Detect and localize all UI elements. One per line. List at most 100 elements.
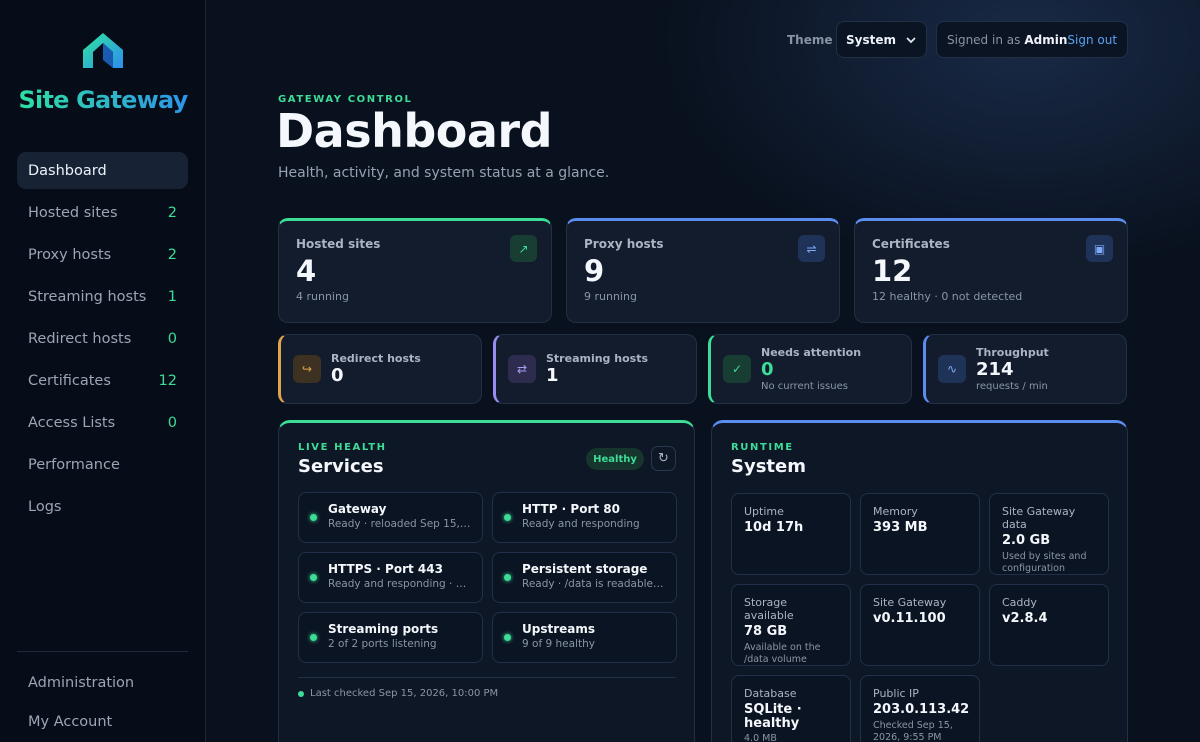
- sidebar-item-count: 1: [167, 288, 177, 305]
- sidebar-item-administration[interactable]: Administration: [17, 666, 188, 700]
- theme-label: Theme: [787, 33, 833, 47]
- panel-title: System: [731, 456, 806, 477]
- tile-value: 10d 17h: [744, 520, 804, 535]
- stat-value: 12: [872, 254, 913, 288]
- refresh-icon: ↻: [658, 451, 669, 466]
- swap-icon: ⇌: [798, 235, 825, 262]
- theme-select-value: System: [846, 32, 896, 47]
- sidebar-item-label: Logs: [28, 498, 62, 515]
- sidebar-item-my-account[interactable]: My Account: [17, 705, 188, 739]
- page-subtitle: Health, activity, and system status at a…: [278, 165, 610, 181]
- status-badge: Healthy: [586, 448, 644, 470]
- refresh-button[interactable]: ↻: [651, 446, 676, 471]
- sidebar-item-certificates[interactable]: Certificates 12: [17, 362, 188, 399]
- tile-uptime: Uptime 10d 17h: [731, 493, 851, 575]
- sidebar-item-label: Hosted sites: [28, 204, 118, 221]
- stat-subtext: 4 running: [296, 290, 349, 303]
- tile-public-ip: Public IP 203.0.113.42 Checked Sep 15, 2…: [860, 675, 980, 742]
- tile-label: Site Gateway: [873, 596, 947, 609]
- tile-detail: Checked Sep 15, 2026, 9:55 PM: [873, 719, 953, 742]
- sidebar-item-streaming-hosts[interactable]: Streaming hosts 1: [17, 278, 188, 315]
- sidebar-item-label: Proxy hosts: [28, 246, 112, 263]
- sidebar-item-redirect-hosts[interactable]: Redirect hosts 0: [17, 320, 188, 357]
- redirect-icon: ↪: [293, 355, 321, 383]
- sidebar: Site Gateway Dashboard Hosted sites 2 Pr…: [0, 0, 206, 742]
- tile-caddy-version: Caddy v2.8.4: [989, 584, 1109, 666]
- signed-in-user: Admin: [1024, 32, 1068, 47]
- status-dot-icon: [310, 574, 317, 581]
- last-checked-text: Last checked Sep 15, 2026, 10:00 PM: [310, 688, 499, 699]
- stat-value: 9: [584, 254, 605, 288]
- service-status: Ready · reloaded Sep 15, 2026, 9:58 PM: [328, 518, 472, 530]
- stat-value: 4: [296, 254, 317, 288]
- mini-card-throughput[interactable]: ∿ Throughput 214 requests / min: [923, 334, 1127, 404]
- pulse-icon: ∿: [938, 355, 966, 383]
- mini-label: Streaming hosts: [546, 352, 648, 365]
- service-card-storage[interactable]: Persistent storage Ready · /data is read…: [492, 552, 677, 603]
- sidebar-item-dashboard[interactable]: Dashboard: [17, 152, 188, 189]
- sidebar-item-hosted-sites[interactable]: Hosted sites 2: [17, 194, 188, 231]
- sidebar-item-label: Access Lists: [28, 414, 116, 431]
- sign-out-link[interactable]: Sign out: [1067, 33, 1117, 47]
- sidebar-item-count: 2: [167, 204, 177, 221]
- service-name: HTTPS · Port 443: [328, 562, 443, 576]
- tile-value: v0.11.100: [873, 611, 946, 626]
- theme-select[interactable]: System: [836, 21, 927, 58]
- service-card-gateway[interactable]: Gateway Ready · reloaded Sep 15, 2026, 9…: [298, 492, 483, 543]
- mini-label: Redirect hosts: [331, 352, 421, 365]
- panel-divider: [298, 677, 676, 678]
- stat-card-proxy-hosts[interactable]: Proxy hosts 9 9 running ⇌: [566, 218, 840, 323]
- session-box: Signed in as Admin Sign out: [936, 21, 1128, 58]
- stat-card-certificates[interactable]: Certificates 12 12 healthy · 0 not detec…: [854, 218, 1128, 323]
- tile-value: 78 GB: [744, 624, 788, 639]
- mini-card-redirect-hosts[interactable]: ↪ Redirect hosts 0: [278, 334, 482, 404]
- tile-detail: Used by sites and configuration: [1002, 550, 1087, 574]
- service-status: Ready and responding · 12 certificates: [328, 578, 472, 590]
- mini-subtext: No current issues: [761, 381, 848, 392]
- sidebar-item-performance[interactable]: Performance: [17, 446, 188, 483]
- trend-up-icon: ↗: [510, 235, 537, 262]
- system-panel: RUNTIME System Uptime 10d 17h Memory 393…: [711, 420, 1128, 742]
- service-card-http[interactable]: HTTP · Port 80 Ready and responding: [492, 492, 677, 543]
- sidebar-item-proxy-hosts[interactable]: Proxy hosts 2: [17, 236, 188, 273]
- panel-eyebrow: RUNTIME: [731, 442, 794, 453]
- certificate-icon: ▣: [1086, 235, 1113, 262]
- service-status: Ready · /data is readable and writable: [522, 578, 666, 590]
- tile-memory: Memory 393 MB: [860, 493, 980, 575]
- service-name: Persistent storage: [522, 562, 648, 576]
- service-card-streaming-ports[interactable]: Streaming ports 2 of 2 ports listening: [298, 612, 483, 663]
- status-dot-icon: [298, 690, 304, 697]
- page-title: Dashboard: [276, 104, 553, 158]
- service-name: Gateway: [328, 502, 387, 516]
- service-status: Ready and responding: [522, 518, 640, 530]
- stat-card-hosted-sites[interactable]: Hosted sites 4 4 running ↗: [278, 218, 552, 323]
- tile-database: Database SQLite · healthy 4.0 MB configu…: [731, 675, 851, 742]
- sidebar-item-count: 12: [158, 372, 177, 389]
- tile-label: Site Gateway data: [1002, 505, 1076, 531]
- status-dot-icon: [310, 634, 317, 641]
- mini-card-streaming-hosts[interactable]: ⇄ Streaming hosts 1: [493, 334, 697, 404]
- sidebar-divider: [17, 651, 188, 652]
- site-gateway-logo-icon: [83, 33, 123, 68]
- tile-value: 203.0.113.42: [873, 702, 970, 717]
- mini-value: 214: [976, 359, 1014, 380]
- service-card-upstreams[interactable]: Upstreams 9 of 9 healthy: [492, 612, 677, 663]
- mini-value: 0: [761, 359, 774, 380]
- service-card-https[interactable]: HTTPS · Port 443 Ready and responding · …: [298, 552, 483, 603]
- mini-card-needs-attention[interactable]: ✓ Needs attention 0 No current issues: [708, 334, 912, 404]
- tile-label: Database: [744, 687, 797, 700]
- mini-value: 1: [546, 365, 559, 386]
- stat-subtext: 12 healthy · 0 not detected: [872, 290, 1023, 303]
- sidebar-item-logs[interactable]: Logs: [17, 488, 188, 525]
- chevron-down-icon: [906, 37, 916, 43]
- sidebar-item-label: Streaming hosts: [28, 288, 147, 305]
- panel-title: Services: [298, 456, 384, 477]
- tile-value: 393 MB: [873, 520, 928, 535]
- check-icon: ✓: [723, 355, 751, 383]
- mini-label: Throughput: [976, 346, 1049, 359]
- service-status: 2 of 2 ports listening: [328, 638, 437, 650]
- sidebar-item-access-lists[interactable]: Access Lists 0: [17, 404, 188, 441]
- service-name: Streaming ports: [328, 622, 439, 636]
- sidebar-item-label: Dashboard: [28, 162, 107, 179]
- stat-label: Proxy hosts: [584, 237, 664, 251]
